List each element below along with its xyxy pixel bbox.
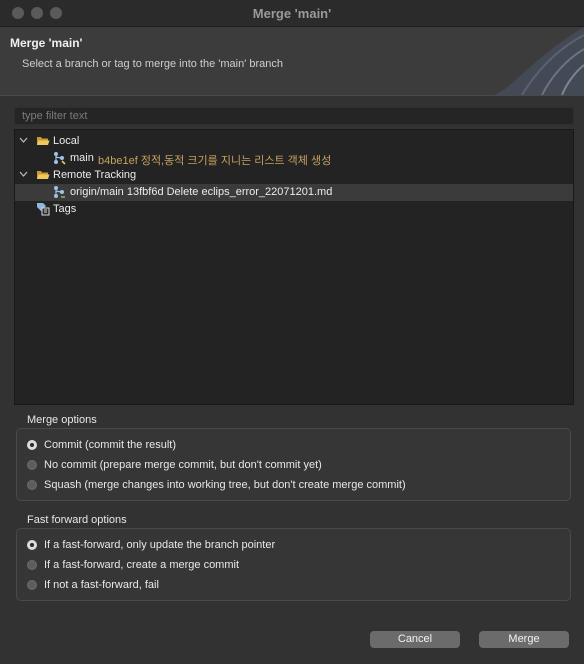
tree-node-local[interactable]: Local [15,133,573,150]
branch-name: main [70,152,94,164]
tree-node-branch-origin-main[interactable]: origin/main 13fbf6d Delete eclips_error_… [15,184,573,201]
radio-button[interactable] [27,440,37,450]
cancel-button[interactable]: Cancel [370,631,460,648]
tree-node-label: Local [53,135,80,147]
remote-branch-icon [54,186,65,198]
branch-commit-info: b4be1ef 정적,동적 크기를 지니는 리스트 객체 생성 [98,155,332,167]
tags-icon [37,203,50,216]
tree-node-remote-tracking[interactable]: Remote Tracking [15,167,573,184]
chevron-down-icon[interactable] [19,170,28,179]
folder-open-icon [37,137,50,145]
radio-button[interactable] [27,460,37,470]
window-title: Merge 'main' [252,6,332,21]
dialog-title: Merge 'main' [10,36,83,50]
tree-node-label: Remote Tracking [53,169,137,181]
title-bar: Merge 'main' [0,0,584,27]
branch-icon [54,152,66,165]
branch-tree[interactable]: Local main b4be1ef 정적,동적 크기를 지니는 리스트 객체 … [14,129,574,405]
filter-input[interactable]: type filter text [14,107,574,125]
header-separator [0,95,584,96]
radio-button[interactable] [27,580,37,590]
banner-graphic [494,27,584,95]
ff-options-group: If a fast-forward, only update the branc… [16,528,571,601]
radio-label: If not a fast-forward, fail [44,579,159,591]
radio-button[interactable] [27,480,37,490]
radio-button[interactable] [27,560,37,570]
radio-label: No commit (prepare merge commit, but don… [44,459,322,471]
dialog-header: Merge 'main' Select a branch or tag to m… [0,27,584,95]
chevron-down-icon[interactable] [19,136,28,145]
tree-node-tags[interactable]: Tags [15,201,573,218]
radio-label: Squash (merge changes into working tree,… [44,479,406,491]
merge-options-label: Merge options [27,414,97,426]
radio-button[interactable] [27,540,37,550]
ff-options-label: Fast forward options [27,514,127,526]
dialog-description: Select a branch or tag to merge into the… [22,58,284,70]
radio-label: If a fast-forward, create a merge commit [44,559,240,571]
merge-options-group: Commit (commit the result) No commit (pr… [16,428,571,501]
tree-node-label: Tags [53,203,77,215]
branch-name: origin/main 13fbf6d Delete eclips_error_… [70,186,333,198]
radio-label: If a fast-forward, only update the branc… [44,539,276,551]
radio-label: Commit (commit the result) [44,439,177,451]
tree-node-branch-main[interactable]: main b4be1ef 정적,동적 크기를 지니는 리스트 객체 생성 [15,150,573,167]
folder-open-icon [37,171,50,179]
merge-button[interactable]: Merge [479,631,569,648]
